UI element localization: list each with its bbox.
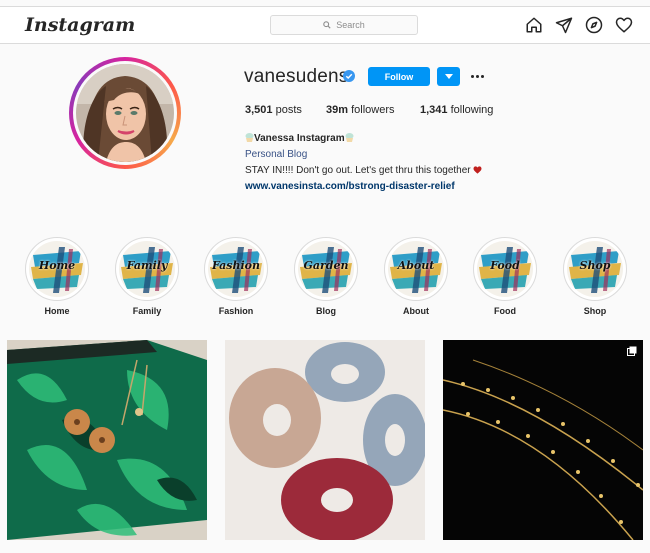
bio-text: STAY IN!!!! Don't go out. Let's get thru… [245,165,471,176]
dot-icon [475,74,479,78]
highlight-cover-text: About [397,259,435,272]
avatar-border [73,61,177,165]
instagram-logo[interactable]: Instagram [25,14,135,36]
posts-count: 3,501 posts [245,104,302,116]
post-tile-scrunchies[interactable] [225,340,425,540]
verified-badge-icon [343,70,355,82]
highlight-about[interactable]: About About [384,237,448,316]
cupcake-emoji-icon [245,133,254,142]
highlight-family[interactable]: Family Family [115,237,179,316]
posts-label: posts [275,104,302,116]
following-count[interactable]: 1,341 following [420,104,493,116]
highlight-shop[interactable]: Shop Shop [563,237,627,316]
post-tile-chain[interactable] [443,340,643,540]
highlight-label: About [403,306,429,316]
highlight-cover-text: Shop [579,259,611,272]
profile-avatar[interactable] [69,57,181,169]
bio-website-link[interactable]: www.vanesinsta.com/bstrong-disaster-reli… [245,181,455,192]
heart-icon[interactable] [615,16,633,34]
dot-icon [470,74,474,78]
highlight-cover-text: Food [490,259,520,272]
red-heart-emoji-icon [473,166,482,174]
carousel-icon [627,346,637,356]
highlight-cover-text: Family [126,259,168,272]
highlight-label: Food [494,306,516,316]
bio-text-line: STAY IN!!!! Don't go out. Let's get thru… [245,165,482,176]
highlight-cover: Shop [563,237,627,301]
highlight-label: Home [44,306,70,316]
highlight-fashion[interactable]: Fashion Fashion [204,237,268,316]
followers-label: followers [351,104,395,116]
highlight-label: Family [132,306,162,316]
highlight-home[interactable]: Home Home [25,237,89,316]
more-options-button[interactable] [468,68,486,84]
highlight-cover-text: Fashion [211,259,261,272]
following-value: 1,341 [420,104,448,116]
followers-value: 39m [326,104,349,116]
highlight-cover: Family [115,237,179,301]
bio-category: Personal Blog [245,149,308,160]
highlight-cover-text: Garden [303,259,349,272]
cupcake-emoji-icon [345,133,354,142]
top-navigation-bar: Instagram Search [0,6,650,44]
highlight-cover: Food [473,237,537,301]
search-placeholder: Search [336,20,365,30]
suggested-accounts-dropdown[interactable] [437,67,460,86]
bio-name: Vanessa Instagram [254,133,345,144]
following-label: following [450,104,494,116]
post-tile-pouch[interactable] [7,340,207,540]
profile-username: vanesudens [244,66,349,87]
explore-icon[interactable] [585,16,603,34]
highlight-label: Fashion [218,306,254,316]
search-input[interactable]: Search [270,15,418,35]
follow-button[interactable]: Follow [368,67,430,86]
avatar-image [76,64,174,162]
highlight-cover-text: Home [38,259,76,272]
highlight-cover: About [384,237,448,301]
dot-icon [480,74,484,78]
highlight-cover: Garden [294,237,358,301]
caret-down-icon [444,74,453,79]
followers-count[interactable]: 39m followers [326,104,395,116]
direct-icon[interactable] [555,16,573,34]
highlight-blog[interactable]: Garden Blog [294,237,358,316]
highlight-label: Shop [583,306,607,316]
highlight-food[interactable]: Food Food [473,237,537,316]
home-icon[interactable] [525,16,543,34]
posts-value: 3,501 [245,104,273,116]
highlight-cover: Fashion [204,237,268,301]
bio-name-line: Vanessa Instagram [245,132,354,144]
highlight-label: Blog [316,306,336,316]
highlight-cover: Home [25,237,89,301]
search-icon [323,21,331,29]
